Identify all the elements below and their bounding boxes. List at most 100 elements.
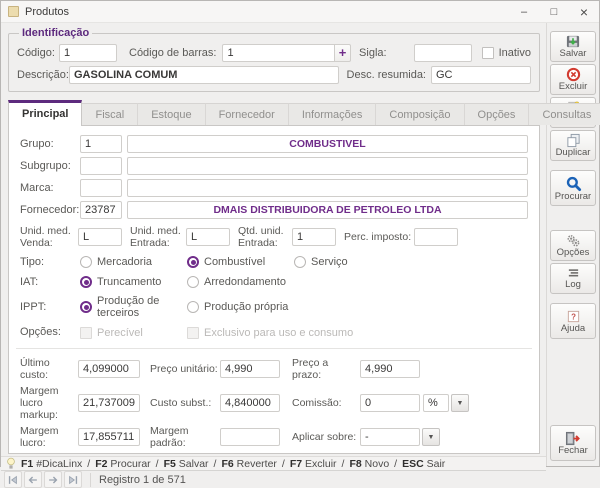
principal-tab-panel: Grupo: Subgrupo: Marca: Fornecedor: Uni: [8, 125, 540, 454]
codigo-input[interactable]: [59, 44, 117, 62]
unid-entrada-input[interactable]: [186, 228, 230, 246]
radio-icon: [294, 256, 306, 268]
sigla-label: Sigla:: [359, 47, 387, 60]
tab-bar: Principal Fiscal Estoque Fornecedor Info…: [8, 100, 540, 125]
perc-imposto-input[interactable]: [414, 228, 458, 246]
identificacao-row-2: Descrição: Desc. resumida:: [17, 66, 531, 84]
margem-padrao-input[interactable]: [220, 428, 280, 446]
salvar-button[interactable]: Salvar: [550, 31, 596, 62]
margem-lucro-input[interactable]: [78, 428, 140, 446]
tab-estoque[interactable]: Estoque: [138, 103, 205, 125]
custo-row: Último custo: Preço unitário: Preço a pr…: [20, 357, 528, 381]
fechar-button[interactable]: Fechar: [550, 425, 596, 461]
svg-text:?: ?: [571, 312, 576, 321]
next-record-button[interactable]: [44, 471, 62, 488]
comissao-input[interactable]: [360, 394, 420, 412]
custo-subst-input[interactable]: [220, 394, 280, 412]
hotkey-f5: F5 Salvar: [164, 458, 209, 470]
grupo-name-input[interactable]: [127, 135, 528, 153]
preco-unitario-label: Preço unitário:: [150, 363, 220, 375]
radio-producao-terceiros[interactable]: Produção de terceiros: [80, 295, 187, 319]
unid-entrada-label: Unid. med. Entrada:: [130, 225, 186, 249]
radio-producao-propria[interactable]: Produção própria: [187, 301, 294, 313]
preco-prazo-label: Preço a prazo:: [292, 357, 360, 381]
identificacao-row-1: Código: Código de barras: + Sigla: Inati…: [17, 44, 531, 62]
fornecedor-code-input[interactable]: [80, 201, 122, 219]
first-record-button[interactable]: [4, 471, 22, 488]
previous-record-button[interactable]: [24, 471, 42, 488]
minimize-icon[interactable]: –: [509, 1, 539, 23]
codigo-barras-input[interactable]: [222, 44, 335, 62]
procurar-button[interactable]: Procurar: [550, 170, 596, 206]
tab-consultas[interactable]: Consultas: [529, 103, 600, 125]
checkbox-icon: [80, 327, 92, 339]
marca-row: Marca:: [20, 179, 528, 197]
excluir-button[interactable]: Excluir: [550, 64, 596, 95]
radio-servico[interactable]: Serviço: [294, 256, 401, 268]
tab-opcoes[interactable]: Opções: [465, 103, 530, 125]
duplicar-button[interactable]: Duplicar: [550, 130, 596, 161]
window-controls: – □ ×: [509, 1, 599, 23]
descricao-input[interactable]: [69, 66, 339, 84]
desc-resumida-input[interactable]: [431, 66, 531, 84]
checkbox-icon: [482, 47, 494, 59]
maximize-icon[interactable]: □: [539, 1, 569, 23]
tab-fiscal[interactable]: Fiscal: [82, 103, 138, 125]
close-icon[interactable]: ×: [569, 1, 599, 23]
preco-unitario-input[interactable]: [220, 360, 280, 378]
opcoes-button[interactable]: Opções: [550, 230, 596, 261]
radio-arredondamento[interactable]: Arredondamento: [187, 276, 294, 288]
perecivel-checkbox[interactable]: Perecível: [80, 327, 187, 339]
ultimo-custo-label: Último custo:: [20, 357, 78, 381]
qtd-entrada-input[interactable]: [292, 228, 336, 246]
aplicar-sobre-dropdown-button[interactable]: ▼: [422, 428, 440, 446]
log-button[interactable]: Log: [550, 263, 596, 294]
identificacao-group: Identificação Código: Código de barras: …: [8, 27, 540, 92]
radio-icon: [187, 256, 199, 268]
tab-composicao[interactable]: Composição: [376, 103, 464, 125]
perc-imposto-label: Perc. imposto:: [344, 231, 414, 243]
preco-prazo-input[interactable]: [360, 360, 420, 378]
chevron-down-icon: ▼: [428, 434, 435, 441]
iat-label: IAT:: [20, 276, 80, 289]
comissao-label: Comissão:: [292, 397, 360, 409]
tab-principal[interactable]: Principal: [8, 100, 82, 126]
margem-markup-row: Margem lucro markup: Custo subst.: Comis…: [20, 385, 528, 421]
ajuda-button[interactable]: ? Ajuda: [550, 303, 596, 339]
codigo-barras-label: Código de barras:: [129, 47, 216, 60]
ippt-label: IPPT:: [20, 301, 80, 314]
subgrupo-row: Subgrupo:: [20, 157, 528, 175]
chevron-down-icon: ▼: [457, 400, 464, 407]
marca-code-input[interactable]: [80, 179, 122, 197]
comissao-unit-box[interactable]: %: [423, 394, 449, 412]
ultimo-custo-input[interactable]: [78, 360, 140, 378]
last-record-button[interactable]: [64, 471, 82, 488]
tab-informacoes[interactable]: Informações: [289, 103, 377, 125]
radio-mercadoria[interactable]: Mercadoria: [80, 256, 187, 268]
aplicar-sobre-select[interactable]: [360, 428, 420, 446]
opcoes-row: Opções: Perecível Exclusivo para uso e c…: [20, 326, 528, 339]
marca-name-input[interactable]: [127, 179, 528, 197]
grupo-code-input[interactable]: [80, 135, 122, 153]
fornecedor-label: Fornecedor:: [20, 204, 80, 217]
subgrupo-code-input[interactable]: [80, 157, 122, 175]
comissao-unit-dropdown-button[interactable]: ▼: [451, 394, 469, 412]
inativo-checkbox[interactable]: Inativo: [482, 47, 531, 59]
grupo-row: Grupo:: [20, 135, 528, 153]
subgrupo-name-input[interactable]: [127, 157, 528, 175]
produtos-window: Produtos – □ × Identificação Código: Cód…: [0, 0, 600, 467]
radio-icon: [80, 301, 92, 313]
unid-venda-label: Unid. med. Venda:: [20, 225, 78, 249]
sigla-input[interactable]: [414, 44, 472, 62]
unid-venda-input[interactable]: [78, 228, 122, 246]
identificacao-legend: Identificação: [19, 27, 92, 39]
fornecedor-name-input[interactable]: [127, 201, 528, 219]
subgrupo-label: Subgrupo:: [20, 160, 80, 173]
exclusivo-uso-consumo-checkbox[interactable]: Exclusivo para uso e consumo: [187, 327, 353, 339]
radio-combustivel[interactable]: Combustível: [187, 256, 294, 268]
add-barcode-icon[interactable]: +: [335, 44, 351, 62]
tab-fornecedor[interactable]: Fornecedor: [206, 103, 289, 125]
statusbar: F1 #DicaLinx / F2 Procurar / F5 Salvar /…: [1, 456, 546, 470]
margem-markup-input[interactable]: [78, 394, 140, 412]
radio-truncamento[interactable]: Truncamento: [80, 276, 187, 288]
